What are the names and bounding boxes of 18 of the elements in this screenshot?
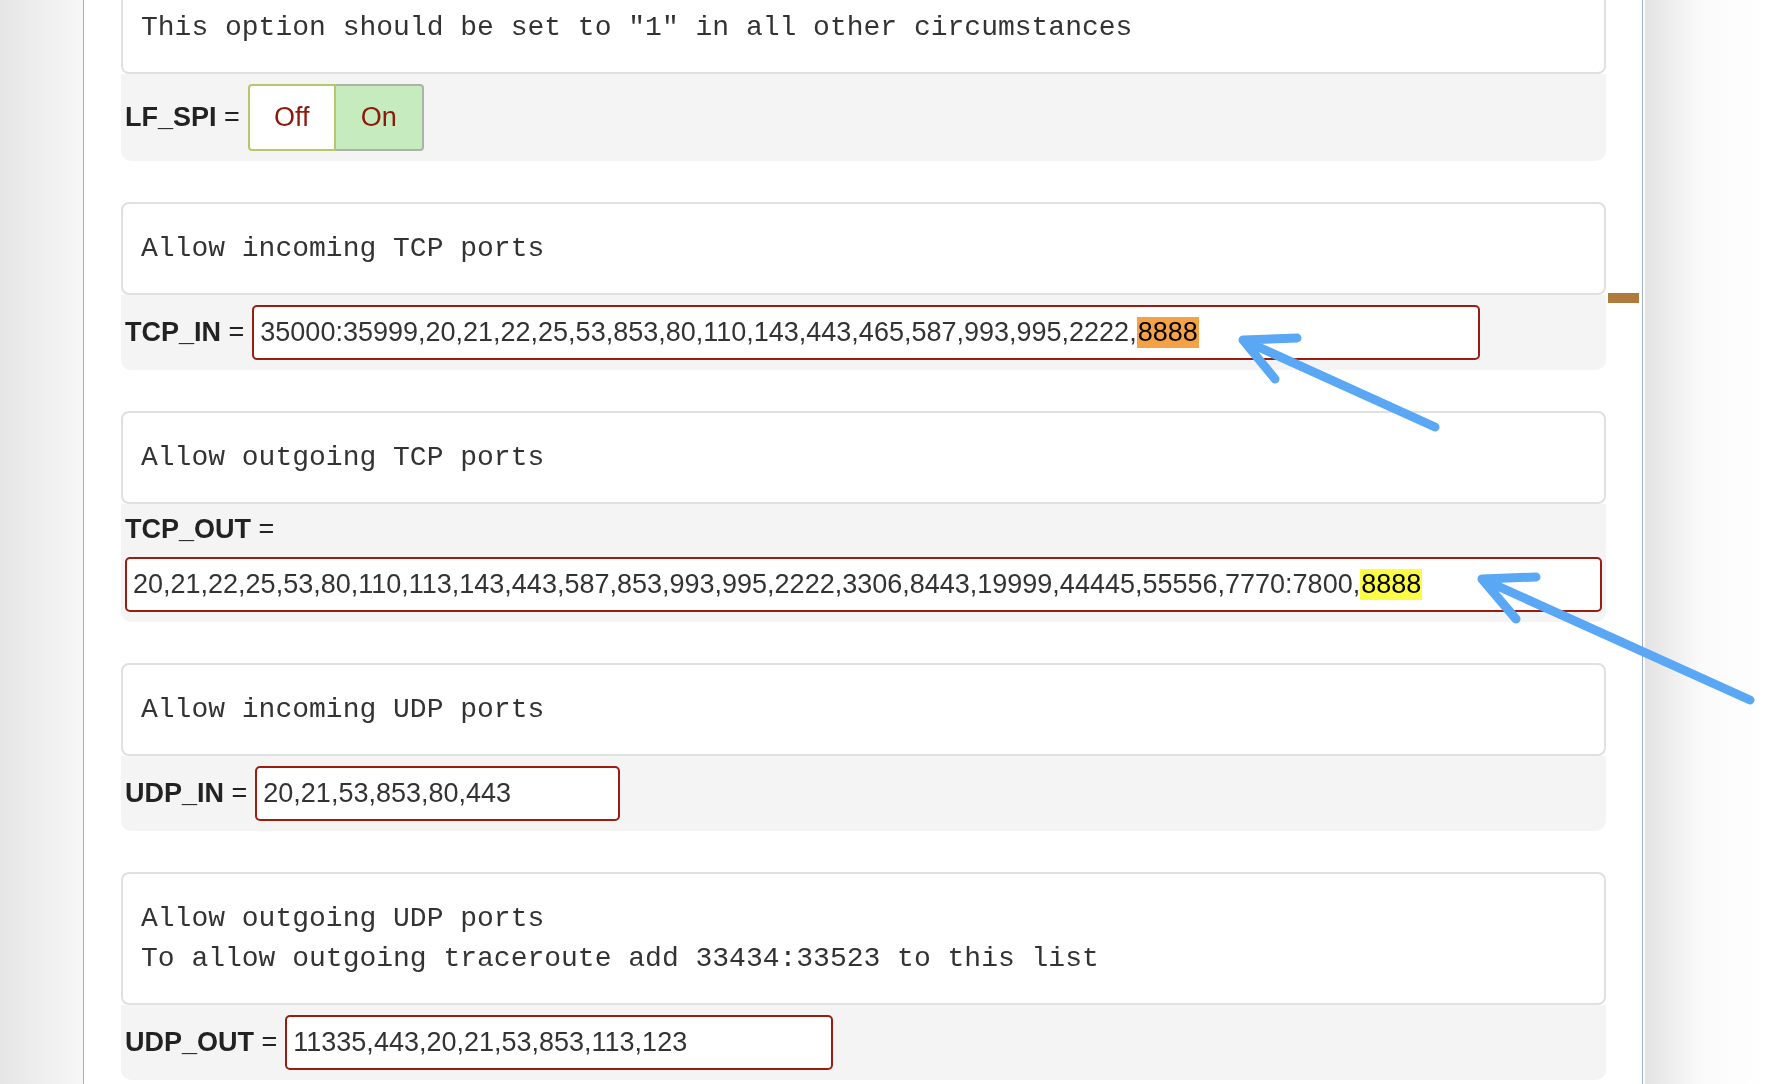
description-text: This option should be set to "1" in all other circumstances bbox=[141, 11, 1134, 45]
setting-label: TCP_IN = bbox=[125, 317, 245, 348]
toggle-option[interactable]: Off bbox=[247, 84, 336, 151]
description-text: Allow incoming UDP ports bbox=[141, 693, 546, 727]
setting-label: UDP_OUT = bbox=[125, 1027, 278, 1058]
input-field[interactable]: 35000:35999,20,21,22,25,53,853,80,110,143,443,465,587,993,995,2222,8888 bbox=[252, 305, 1481, 360]
description-text: Allow outgoing UDP ports bbox=[141, 902, 546, 936]
input-field[interactable]: 20,21,53,853,80,443 bbox=[255, 766, 621, 821]
setting-label: LF_SPI = bbox=[125, 102, 240, 133]
description-text: To allow outgoing traceroute add 33434:33523 to this list bbox=[141, 942, 1100, 976]
input-field[interactable]: 20,21,22,25,53,80,110,113,143,443,587,853,993,995,2222,3306,8443,19999,44445,55556,7770:7800,8888 bbox=[125, 557, 1602, 612]
description-text: Allow incoming TCP ports bbox=[141, 232, 546, 266]
input-field[interactable]: 11335,443,20,21,53,853,113,123 bbox=[285, 1015, 834, 1070]
setting-label: UDP_IN = bbox=[125, 778, 248, 809]
scroll-marker bbox=[1608, 293, 1639, 303]
setting-label: TCP_OUT = bbox=[125, 514, 275, 545]
description-text: Allow outgoing TCP ports bbox=[141, 441, 546, 475]
toggle-option[interactable]: On bbox=[335, 84, 424, 151]
